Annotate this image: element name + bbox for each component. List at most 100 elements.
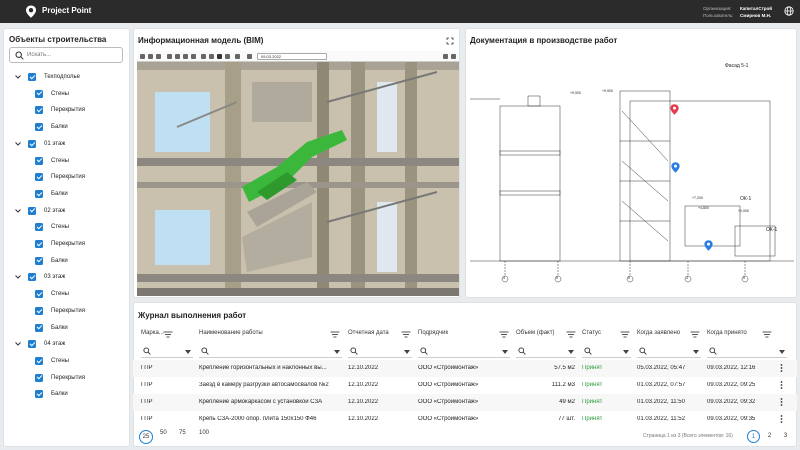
map-pin-blue-icon[interactable]	[704, 240, 713, 251]
chevron-down-icon[interactable]	[14, 140, 22, 148]
zoom-in-icon[interactable]	[183, 54, 188, 59]
tree-child-row[interactable]: Стены	[35, 88, 69, 100]
tree-group-row[interactable]: 01 этаж	[14, 138, 65, 150]
column-filter[interactable]	[141, 344, 193, 358]
column-menu-icon[interactable]	[620, 331, 630, 338]
checkbox[interactable]	[35, 373, 43, 382]
column-filter[interactable]	[582, 344, 631, 358]
map-pin-red-icon[interactable]	[670, 104, 679, 115]
checkbox[interactable]	[28, 340, 36, 349]
column-filter[interactable]	[707, 344, 787, 358]
checkbox[interactable]	[35, 173, 43, 182]
tree-child-row[interactable]: Стены	[35, 221, 69, 233]
redo-icon[interactable]	[175, 54, 180, 59]
org-value[interactable]: КапиталСтрой	[740, 5, 772, 12]
section-icon[interactable]	[209, 54, 214, 59]
page-button[interactable]: 2	[763, 430, 776, 443]
column-filter[interactable]	[637, 344, 701, 358]
more-vertical-icon[interactable]	[780, 363, 783, 373]
checkbox[interactable]	[35, 89, 43, 98]
checkbox[interactable]	[35, 106, 43, 115]
column-header[interactable]: Марка...	[141, 330, 164, 336]
column-filter[interactable]	[516, 344, 576, 358]
checkbox[interactable]	[28, 139, 36, 148]
column-menu-icon[interactable]	[690, 331, 700, 338]
gear-icon[interactable]	[451, 54, 456, 59]
solid-mode-icon[interactable]	[217, 54, 222, 59]
caret-down-icon[interactable]	[404, 350, 410, 354]
tree-child-row[interactable]: Балки	[35, 322, 68, 334]
tree-child-row[interactable]: Стены	[35, 155, 69, 167]
checkbox[interactable]	[35, 240, 43, 248]
calendar-icon[interactable]	[247, 54, 252, 59]
column-header[interactable]: Объем (факт)	[516, 330, 555, 336]
tree-group-row[interactable]: Техподполье	[14, 71, 80, 83]
tree-child-row[interactable]: Балки	[35, 255, 68, 267]
more-vertical-icon[interactable]	[780, 414, 783, 424]
table-row[interactable]: ГПР Крепление горизонтальных и наклонных …	[133, 360, 797, 377]
tree-child-row[interactable]: Балки	[35, 121, 68, 133]
info-icon[interactable]	[443, 54, 448, 59]
checkbox[interactable]	[28, 206, 36, 215]
column-menu-icon[interactable]	[401, 331, 411, 338]
caret-down-icon[interactable]	[779, 350, 785, 354]
checkbox[interactable]	[35, 390, 43, 399]
column-header[interactable]: Когда заявлено	[637, 330, 680, 336]
checkbox[interactable]	[35, 290, 43, 299]
column-menu-icon[interactable]	[762, 331, 772, 338]
tree-child-row[interactable]: Балки	[35, 388, 68, 400]
tree-group-row[interactable]: 03 этаж	[14, 271, 65, 283]
column-header[interactable]: Статус	[582, 330, 601, 336]
caret-down-icon[interactable]	[334, 350, 340, 354]
zoom-out-icon[interactable]	[191, 54, 196, 59]
measure-tool-icon[interactable]	[156, 54, 161, 59]
column-menu-icon[interactable]	[330, 331, 340, 338]
column-header[interactable]: Отчетная дата	[348, 330, 389, 336]
caret-down-icon[interactable]	[502, 350, 508, 354]
tree-child-row[interactable]: Стены	[35, 288, 69, 300]
page-size-option[interactable]: 100	[199, 430, 209, 436]
settings-icon[interactable]	[235, 54, 240, 59]
table-row[interactable]: ГПР Крепь СЗА-2000 опор. плита 150х150 Ф4…	[133, 411, 797, 428]
column-menu-icon[interactable]	[566, 331, 576, 338]
column-header[interactable]: Когда принято	[707, 330, 747, 336]
user-value[interactable]: Смирнов М.Н.	[740, 12, 772, 19]
app-title[interactable]: Project Point	[42, 6, 91, 15]
tree-group-row[interactable]: 04 этаж	[14, 338, 65, 350]
page-size-option[interactable]: 75	[179, 430, 186, 436]
tree-group-row[interactable]: 02 этаж	[14, 205, 65, 217]
table-row[interactable]: ГПР Крепление армокаркасом с установкой С…	[133, 394, 797, 411]
table-row[interactable]: ГПР Заезд в камеру разгрузки автосамосвал…	[133, 377, 797, 394]
column-menu-icon[interactable]	[163, 331, 173, 338]
tree-child-row[interactable]: Перекрытия	[35, 171, 85, 183]
cut-tool-icon[interactable]	[148, 54, 153, 59]
column-menu-icon[interactable]	[499, 331, 509, 338]
checkbox[interactable]	[35, 189, 43, 198]
tree-child-row[interactable]: Перекрытия	[35, 305, 85, 317]
tree-child-row[interactable]: Перекрытия	[35, 104, 85, 116]
caret-down-icon[interactable]	[623, 350, 629, 354]
logo-icon[interactable]	[25, 5, 37, 18]
select-tool-icon[interactable]	[140, 54, 145, 59]
objects-search-input[interactable]	[27, 50, 117, 60]
expand-icon[interactable]	[446, 37, 454, 45]
caret-down-icon[interactable]	[185, 350, 191, 354]
page-button[interactable]: 1	[747, 430, 760, 443]
checkbox[interactable]	[35, 256, 43, 265]
checkbox[interactable]	[35, 156, 43, 165]
checkbox[interactable]	[28, 73, 36, 81]
checkbox[interactable]	[35, 306, 43, 315]
more-vertical-icon[interactable]	[780, 380, 783, 390]
column-filter[interactable]	[348, 344, 412, 358]
undo-icon[interactable]	[167, 54, 172, 59]
column-filter[interactable]	[418, 344, 510, 358]
facade-drawing[interactable]: Фасад 5-1 ОК-1 ОК-1 +9,900 +9,900 +7,200…	[470, 51, 794, 294]
chevron-down-icon[interactable]	[14, 340, 22, 348]
chevron-down-icon[interactable]	[14, 273, 22, 281]
globe-icon[interactable]	[784, 6, 794, 16]
fit-view-icon[interactable]	[201, 54, 206, 59]
checkbox[interactable]	[35, 323, 43, 332]
checkbox[interactable]	[35, 223, 43, 232]
chevron-down-icon[interactable]	[14, 73, 22, 81]
checkbox[interactable]	[28, 273, 36, 282]
